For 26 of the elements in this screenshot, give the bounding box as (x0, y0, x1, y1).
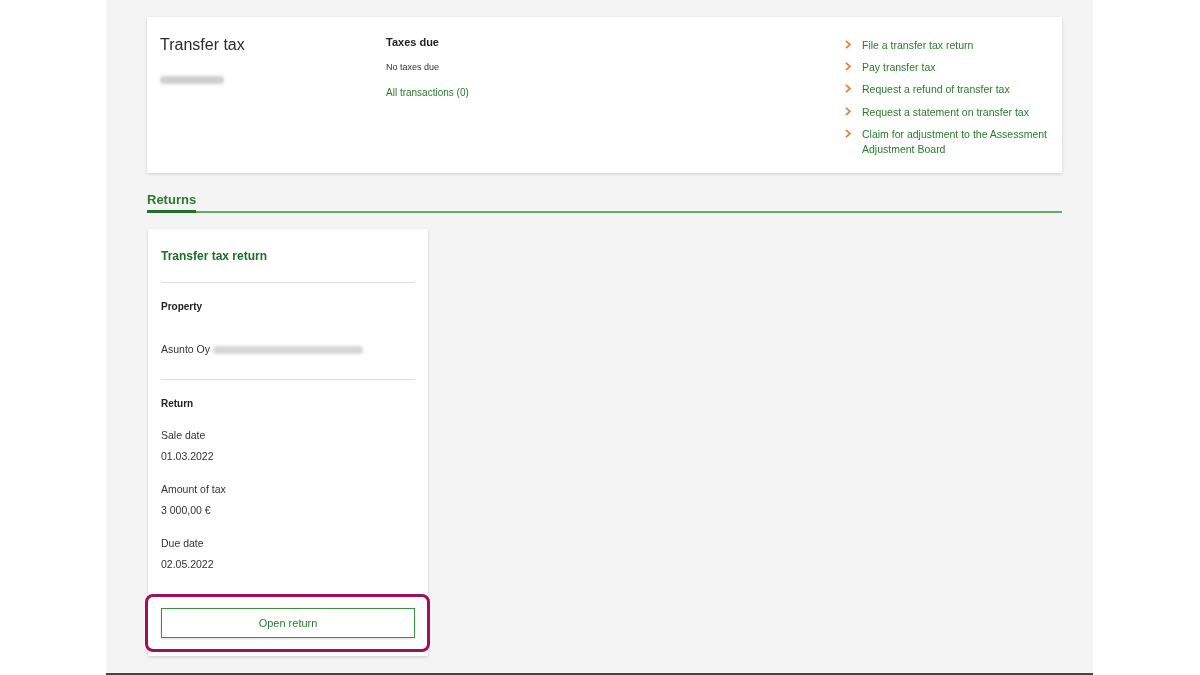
field-value: 02.05.2022 (161, 558, 214, 571)
property-name: Asunto Oy (161, 343, 211, 356)
chevron-icon (845, 39, 851, 49)
field-value: 01.03.2022 (161, 450, 214, 463)
transactions-link[interactable]: All transactions (0) (386, 86, 469, 99)
section-heading: Property (161, 300, 203, 313)
service-link[interactable]: File a transfer tax return (862, 37, 974, 53)
tab[interactable]: Returns (147, 192, 197, 213)
status-text: No taxes due (386, 61, 440, 74)
chevron-icon (845, 129, 851, 139)
page-title: Transfer tax (160, 35, 245, 55)
service-link[interactable]: Request a statement on transfer tax (862, 104, 1029, 120)
service-link[interactable]: Claim for adjustment to the Assessment Adjustment Board (862, 127, 1058, 158)
chevron-icon (845, 106, 851, 116)
section-heading: Return (161, 397, 194, 410)
field-label: Due date (161, 537, 204, 550)
open-return-button[interactable]: Open return (161, 608, 415, 638)
section-heading: Taxes due (386, 35, 439, 49)
field-label: Sale date (161, 429, 206, 442)
chevron-icon (845, 84, 851, 94)
card-title: Transfer tax return (161, 249, 268, 264)
chevron-icon (845, 61, 851, 71)
service-link[interactable]: Pay transfer tax (862, 59, 936, 75)
service-link[interactable]: Request a refund of transfer tax (862, 82, 1010, 98)
field-value: 3 000,00 € (161, 504, 211, 517)
field-label: Amount of tax (161, 483, 226, 496)
